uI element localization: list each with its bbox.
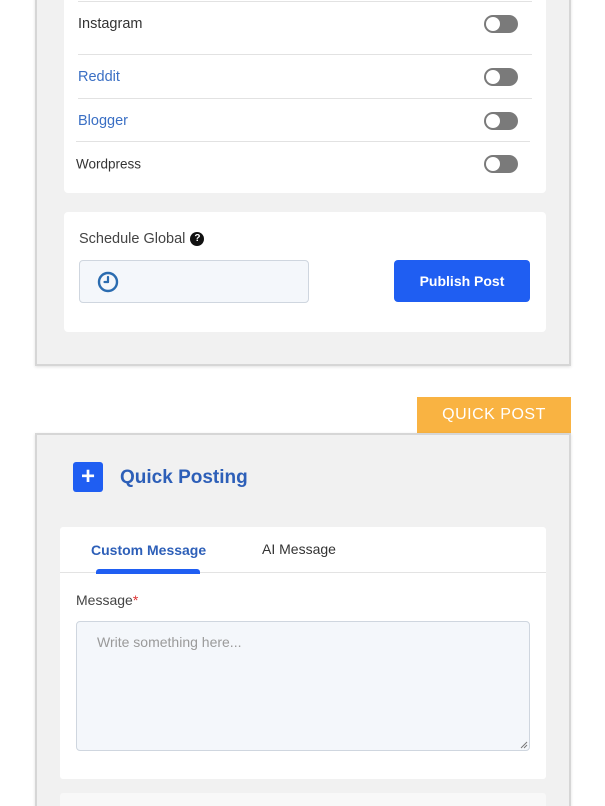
blogger-toggle[interactable] [484,111,518,130]
quick-post-panel: + Quick Posting Custom Message AI Messag… [35,433,571,806]
schedule-global-text: Schedule Global [79,231,186,247]
quick-posting-header: + Quick Posting [37,435,569,513]
quick-post-tag: QUICK POST [417,397,571,433]
schedule-datetime-input[interactable] [79,260,309,303]
resize-grip-icon[interactable] [520,741,528,749]
schedule-global-label: Schedule Global ? [79,231,205,247]
toggle-knob [486,113,500,128]
next-section-card [60,793,546,806]
wordpress-toggle[interactable] [484,154,518,173]
active-tab-indicator [96,569,200,574]
toggle-knob [486,156,500,171]
social-label-instagram: Instagram [78,15,143,32]
plus-icon[interactable]: + [73,462,103,492]
social-publish-panel: Instagram Reddit Blogger Wordpress Sched… [35,0,571,366]
social-label-blogger[interactable]: Blogger [78,113,128,129]
social-accounts-card: Instagram Reddit Blogger Wordpress [64,0,546,193]
required-mark: * [132,592,139,608]
social-label-wordpress: Wordpress [76,156,142,171]
quick-posting-title: Quick Posting [120,467,248,488]
message-textarea[interactable] [76,621,530,751]
message-field-label: Message* [76,592,138,608]
social-row-reddit: Reddit [78,54,532,98]
schedule-card: Schedule Global ? Publish Post [64,212,546,332]
toggle-knob [486,69,500,84]
social-row-wordpress: Wordpress [76,141,530,185]
help-icon[interactable]: ? [190,232,205,246]
clock-icon [97,271,119,293]
social-label-reddit[interactable]: Reddit [78,69,120,85]
reddit-toggle[interactable] [484,67,518,86]
toggle-knob [486,16,500,31]
social-row-instagram: Instagram [78,1,532,45]
message-tabs: Custom Message AI Message [60,527,546,574]
social-row-blogger: Blogger [78,98,532,142]
instagram-toggle[interactable] [484,14,518,33]
publish-post-button[interactable]: Publish Post [394,260,530,302]
tab-ai-message[interactable]: AI Message [262,541,336,557]
tab-custom-message[interactable]: Custom Message [91,542,206,558]
message-label-text: Message [76,592,133,608]
quick-post-card: Custom Message AI Message Message* [60,527,546,779]
